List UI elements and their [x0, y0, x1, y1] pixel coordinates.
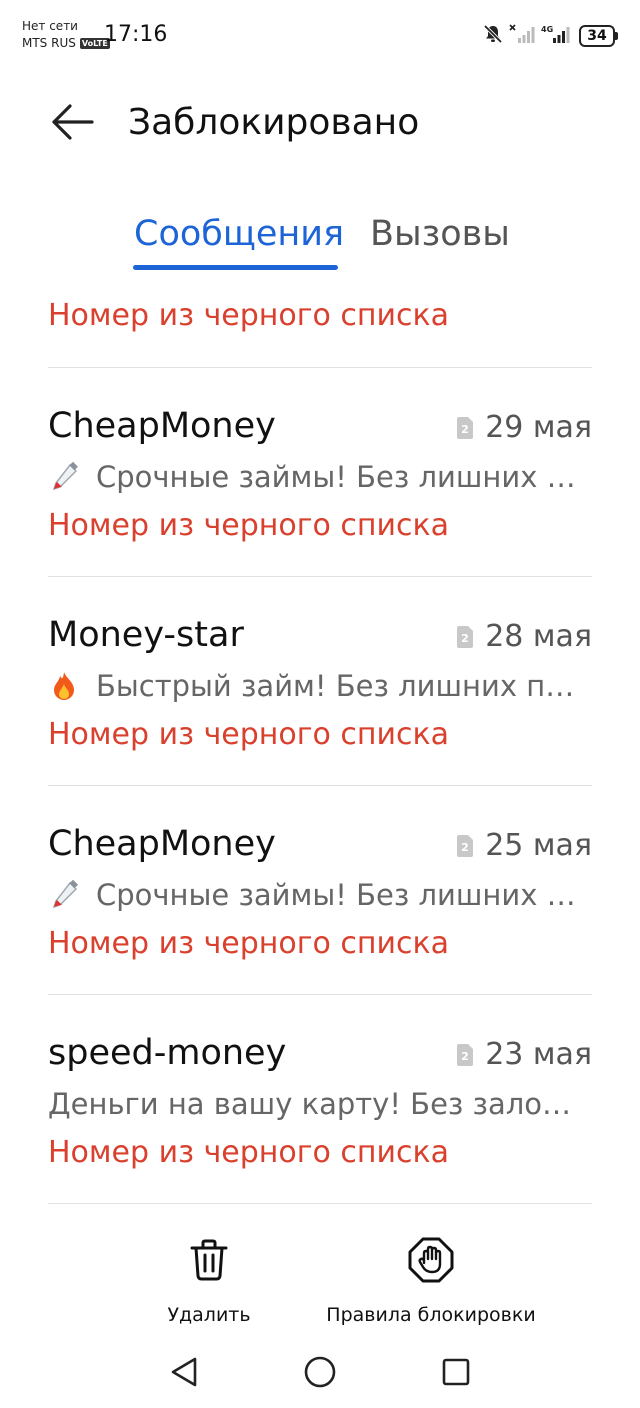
preview-text: Быстрый займ! Без лишних п… [96, 669, 575, 703]
battery-level: 34 [579, 25, 615, 47]
preview-text: Срочные займы! Без лишних … [96, 460, 576, 494]
blocked-label: Номер из черного списка [48, 717, 450, 752]
message-date: 28 мая [485, 619, 592, 654]
sim-2-icon: 2 [457, 416, 474, 439]
message-preview: Деньги на вашу карту! Без залог… [48, 1087, 578, 1121]
pipette-emoji-icon [48, 879, 80, 911]
sim-2-icon: 2 [457, 1043, 474, 1066]
blocked-label: Номер из черного списка [48, 508, 450, 543]
square-recents-icon [441, 1357, 471, 1391]
message-preview: Срочные займы! Без лишних … [48, 878, 578, 912]
page-title: Заблокировано [128, 102, 420, 143]
blocked-messages-list[interactable]: Номер из черного списка CheapMoney 2 29 … [48, 292, 592, 1204]
block-rules-button[interactable]: Правила блокировки [320, 1230, 542, 1326]
delete-label: Удалить [167, 1304, 251, 1326]
svg-text:2: 2 [461, 423, 469, 436]
preview-text: Срочные займы! Без лишних … [96, 878, 576, 912]
tab-bar: Сообщения Вызовы [0, 208, 640, 272]
fire-emoji-icon [48, 670, 80, 702]
triangle-back-icon [169, 1356, 199, 1392]
signal-4g-icon: 4G [541, 24, 573, 48]
svg-text:2: 2 [461, 841, 469, 854]
circle-home-icon [303, 1355, 337, 1393]
preview-text: Деньги на вашу карту! Без залог… [48, 1087, 578, 1121]
svg-text:4G: 4G [541, 25, 553, 34]
message-date: 23 мая [485, 1037, 592, 1072]
message-preview: Срочные займы! Без лишних … [48, 460, 578, 494]
svg-text:2: 2 [461, 632, 469, 645]
list-item-partial[interactable]: Номер из черного списка [48, 292, 592, 368]
arrow-left-icon [50, 104, 94, 144]
list-item[interactable]: Money-star 2 28 мая Быстрый займ! Без ли… [48, 577, 592, 786]
battery-tip [615, 32, 618, 40]
trash-icon [185, 1236, 233, 1284]
muted-bell-icon [483, 24, 503, 48]
sender-name: speed-money [48, 1033, 287, 1073]
no-signal-icon [509, 24, 535, 48]
block-rules-label: Правила блокировки [326, 1304, 536, 1326]
app-header: Заблокировано [0, 92, 640, 158]
carrier-status: Нет сети [22, 19, 78, 33]
message-date: 25 мая [485, 828, 592, 863]
sender-name: CheapMoney [48, 406, 276, 446]
nav-recents-button[interactable] [428, 1352, 484, 1396]
svg-text:2: 2 [461, 1050, 469, 1063]
tab-messages[interactable]: Сообщения [134, 214, 344, 254]
status-icons: 4G 34 [483, 24, 618, 48]
date-info: 2 29 мая [457, 410, 592, 445]
message-preview: Быстрый займ! Без лишних п… [48, 669, 578, 703]
sim-2-icon: 2 [457, 834, 474, 857]
active-tab-indicator [133, 265, 338, 270]
blocked-label: Номер из черного списка [48, 1135, 450, 1170]
carrier-name-row: MTS RUS VoLTE [22, 35, 110, 52]
list-item[interactable]: speed-money 2 23 мая Деньги на вашу карт… [48, 995, 592, 1204]
back-button[interactable] [44, 100, 100, 148]
date-info: 2 25 мая [457, 828, 592, 863]
message-date: 29 мая [485, 410, 592, 445]
sim-2-icon: 2 [457, 625, 474, 648]
tab-calls[interactable]: Вызовы [370, 214, 510, 254]
sender-name: CheapMoney [48, 824, 276, 864]
status-clock: 17:16 [104, 22, 168, 47]
list-item[interactable]: CheapMoney 2 29 мая Срочные займы! Без л… [48, 368, 592, 577]
pipette-emoji-icon [48, 461, 80, 493]
stop-hand-icon [407, 1236, 455, 1284]
blocked-label: Номер из черного списка [48, 926, 450, 961]
nav-home-button[interactable] [292, 1352, 348, 1396]
delete-button[interactable]: Удалить [150, 1230, 268, 1326]
nav-back-button[interactable] [156, 1352, 212, 1396]
list-item[interactable]: CheapMoney 2 25 мая Срочные займы! Без л… [48, 786, 592, 995]
sender-name: Money-star [48, 615, 244, 655]
battery-icon: 34 [579, 25, 618, 47]
blocked-label: Номер из черного списка [48, 298, 450, 333]
bottom-action-bar: Удалить Правила блокировки [0, 1230, 640, 1330]
system-nav-bar [0, 1340, 640, 1408]
status-bar: Нет сети MTS RUS VoLTE 17:16 4G 34 [0, 0, 640, 72]
date-info: 2 23 мая [457, 1037, 592, 1072]
carrier-info: Нет сети MTS RUS VoLTE [22, 18, 110, 52]
date-info: 2 28 мая [457, 619, 592, 654]
carrier-name: MTS RUS [22, 36, 76, 50]
